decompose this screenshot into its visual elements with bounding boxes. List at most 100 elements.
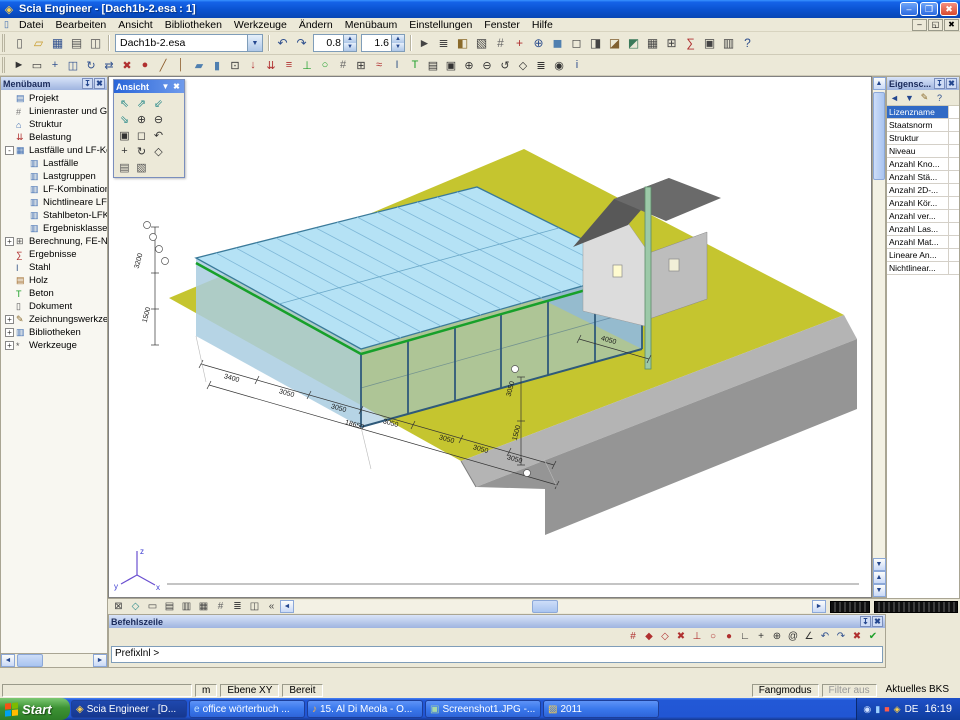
print-preview-icon[interactable]: ◫ [86,34,105,53]
status-bks[interactable]: Aktuelles BKS [880,684,955,697]
mdi-restore-button[interactable]: ◱ [928,19,943,31]
viewport-vertical-scrollbar[interactable]: ▲ ▼ ▲ ▼ [872,76,886,598]
zoom-in-icon[interactable]: ⊕ [133,111,150,127]
tree-expander-icon[interactable] [5,276,14,285]
scroll-right-icon[interactable]: ► [93,654,107,667]
mesh-icon[interactable]: # [334,56,352,74]
redo-icon[interactable]: ↷ [292,34,311,53]
tree-item[interactable]: + ▥ Bibliotheken [1,326,107,339]
preview-icon[interactable]: ▣ [700,34,719,53]
property-row[interactable]: Anzahl Kno... [887,158,959,171]
wall-icon[interactable]: ▮ [208,56,226,74]
property-value[interactable] [949,210,959,222]
tree-expander-icon[interactable] [5,107,14,116]
cmd-snap-tangent-icon[interactable]: ○ [705,629,721,644]
tree-item[interactable]: ▥ Lastgruppen [1,170,107,183]
zoom-window-icon[interactable]: ▣ [116,127,133,143]
property-row[interactable]: Anzahl Stä... [887,171,959,184]
property-value[interactable] [949,197,959,209]
property-value[interactable] [949,249,959,261]
tree-item[interactable]: ▤ Projekt [1,92,107,105]
property-row[interactable]: Staatsnorm [887,119,959,132]
property-row[interactable]: Anzahl Mat... [887,236,959,249]
cmd-snap-node-icon[interactable]: ● [721,629,737,644]
tree-expander-icon[interactable] [5,133,14,142]
rotate-view-icon[interactable]: ↺ [496,56,514,74]
tree-expander-icon[interactable]: + [5,315,14,324]
cmd-track-icon[interactable]: + [753,629,769,644]
cmd-snap-grid-icon[interactable]: # [625,629,641,644]
tree-horizontal-scrollbar[interactable]: ◄ ► [1,653,107,667]
section-icon[interactable]: ◪ [605,34,624,53]
close-icon[interactable]: ✖ [872,616,883,627]
select-icon[interactable]: ► [10,56,28,74]
cmd-undo-icon[interactable]: ↶ [817,629,833,644]
pin-icon[interactable]: ↧ [82,78,93,89]
scroll-down-icon[interactable]: ▼ [873,558,886,571]
view-iso-nw-icon[interactable]: ⇗ [133,95,150,111]
mdi-minimize-button[interactable]: – [912,19,927,31]
surface-load-icon[interactable]: ≡ [280,56,298,74]
tree-item[interactable]: ∑ Ergebnisse [1,248,107,261]
tree-item[interactable]: ▯ Dokument [1,300,107,313]
menu-item[interactable]: Einstellungen [403,18,478,32]
close-button[interactable]: ✖ [940,2,958,16]
scroll-up-icon[interactable]: ▲ [873,77,886,90]
tray-antivirus-icon[interactable]: ■ [884,704,889,715]
property-value[interactable] [949,236,959,248]
toolbar-handle[interactable] [2,57,7,73]
beam-icon[interactable]: ╱ [154,56,172,74]
wireframe-icon[interactable]: ◻ [567,34,586,53]
taskbar-task-button[interactable]: ◈ Scia Engineer - [D... [71,700,187,718]
tree-item[interactable]: # Linienraster und Gr [1,105,107,118]
spinner-down-icon[interactable]: ▼ [392,43,404,51]
status-snap-mode[interactable]: Fangmodus [752,684,819,697]
spinner-down-icon[interactable]: ▼ [344,43,356,51]
cmd-snap-int-icon[interactable]: ✖ [673,629,689,644]
scrollbar-thumb[interactable] [873,92,885,180]
view-iso-sw-icon[interactable]: ⇙ [150,95,167,111]
layers2-icon[interactable]: ≣ [532,56,550,74]
window-titlebar[interactable]: ◈ Scia Engineer - [Dach1b-2.esa : 1] – ❒… [0,0,960,18]
property-value[interactable] [949,184,959,196]
document-icon[interactable]: ▤ [424,56,442,74]
tree-item[interactable]: ▤ Holz [1,274,107,287]
viewport-horizontal-scrollbar[interactable] [294,600,812,613]
menu-item[interactable]: Ansicht [112,18,158,32]
delete-icon[interactable]: ✖ [118,56,136,74]
ansicht-floating-toolbar[interactable]: Ansicht ▼ ✖ ⇖⇗⇙⇘⊕⊖▣◻↶+↻◇▤▧ [113,79,185,178]
tree-expander-icon[interactable]: + [5,237,14,246]
tree-item[interactable]: ▥ Stahlbeton-LFK [1,209,107,222]
view-mode-icon[interactable]: ◇ [514,56,532,74]
taskbar-task-button[interactable]: ▣ Screenshot1.JPG -... [425,700,541,718]
menu-item[interactable]: Fenster [478,18,526,32]
property-row[interactable]: Anzahl 2D-... [887,184,959,197]
sum-icon[interactable]: ∑ [681,34,700,53]
strip-mesh-icon[interactable]: # [212,599,229,614]
close-icon[interactable]: ✖ [94,78,105,89]
close-icon[interactable]: ✖ [171,82,182,91]
column-icon[interactable]: │ [172,56,190,74]
view-iso-ne-icon[interactable]: ⇖ [116,95,133,111]
property-value[interactable] [949,171,959,183]
cmd-coords-icon[interactable]: ⊕ [769,629,785,644]
tree-expander-icon[interactable]: + [5,328,14,337]
clip-box-icon[interactable]: ◩ [624,34,643,53]
move-icon[interactable]: + [46,56,64,74]
menu-item[interactable]: Datei [13,18,50,32]
maximize-button[interactable]: ❒ [920,2,938,16]
new-icon[interactable]: ▯ [10,34,29,53]
point-load-icon[interactable]: ↓ [244,56,262,74]
taskbar-task-button[interactable]: ♪ 15. Al Di Meola - O... [307,700,423,718]
open-folder-icon[interactable]: ▱ [29,34,48,53]
scrollbar-thumb[interactable] [532,600,558,613]
scale-spinner-1[interactable]: 0.8 ▲▼ [313,34,357,52]
print-view-icon[interactable]: ▤ [116,159,133,175]
property-row[interactable]: Nichtlinear... [887,262,959,275]
strip-tab-grid-icon[interactable]: ▦ [195,599,212,614]
coord-system-icon[interactable]: ⊕ [529,34,548,53]
menu-item[interactable]: Bearbeiten [49,18,112,32]
pan-icon[interactable]: + [116,143,133,159]
tree-expander-icon[interactable]: + [5,341,14,350]
tree-expander-icon[interactable] [5,250,14,259]
